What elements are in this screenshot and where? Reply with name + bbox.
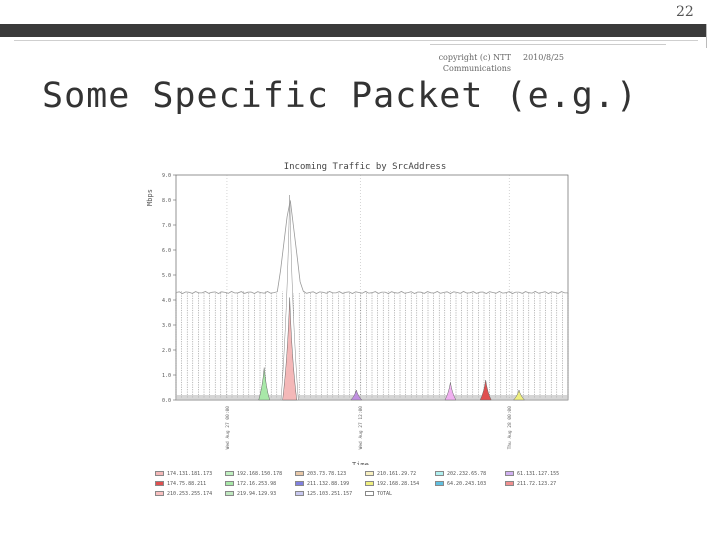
- legend-item: 172.16.253.98: [225, 481, 276, 487]
- y-tick-label: 7.0: [162, 223, 171, 229]
- legend-swatch: [295, 491, 304, 496]
- legend-label: 210.161.29.72: [377, 471, 417, 477]
- legend-item: 211.132.88.199: [295, 481, 349, 487]
- y-tick-label: 1.0: [162, 373, 171, 379]
- legend-item: 203.73.78.123: [295, 471, 346, 477]
- slide-corner-box: [706, 24, 720, 48]
- legend-label: 211.72.123.27: [517, 481, 557, 487]
- slide-rule: [14, 40, 698, 41]
- legend-label: TOTAL: [377, 491, 393, 497]
- y-axis-label: Mbps: [146, 189, 154, 206]
- meta-rule: [430, 44, 666, 45]
- legend-label: 172.16.253.98: [237, 481, 277, 487]
- day-marker-label: Wed Aug 27 00:00: [225, 406, 231, 450]
- traffic-chart: 0.0 1.0 2.0 3.0 4.0 5.0 6.0 7.0 8.0 9.0 Mbps Wed Au…: [146, 173, 569, 465]
- legend-item: 192.168.28.154: [365, 481, 419, 487]
- legend-swatch: [365, 471, 374, 476]
- legend-item: 219.94.129.93: [225, 491, 276, 497]
- legend-swatch: [505, 471, 514, 476]
- legend-label: 174.131.181.173: [167, 471, 213, 477]
- y-tick-label: 8.0: [162, 198, 171, 204]
- day-marker-label: Wed Aug 27 12:00: [358, 406, 364, 450]
- day-marker-label: Thu Aug 28 00:00: [507, 406, 513, 450]
- y-tick-label: 9.0: [162, 173, 171, 179]
- slide-date: 2010/8/25: [523, 53, 565, 62]
- legend-label: 64.20.243.103: [447, 481, 487, 487]
- legend-label: 219.94.129.93: [237, 491, 277, 497]
- legend-label: 203.73.78.123: [307, 471, 347, 477]
- legend-item: 125.103.251.157: [295, 491, 352, 497]
- legend-swatch: [295, 481, 304, 486]
- legend-item: 174.75.88.211: [155, 481, 206, 487]
- legend-label: 174.75.88.211: [167, 481, 207, 487]
- legend-item: 61.131.127.155: [505, 471, 559, 477]
- legend-swatch: [155, 481, 164, 486]
- legend-item: 64.20.243.103: [435, 481, 486, 487]
- legend-swatch: [365, 491, 374, 496]
- legend-item: 192.168.150.178: [225, 471, 282, 477]
- legend-swatch: [225, 471, 234, 476]
- legend-swatch: [435, 481, 444, 486]
- legend-swatch: [365, 481, 374, 486]
- legend-label: 61.131.127.155: [517, 471, 560, 477]
- y-tick-label: 0.0: [162, 398, 171, 404]
- y-tick-label: 4.0: [162, 298, 171, 304]
- legend-swatch: [225, 481, 234, 486]
- legend-swatch: [225, 491, 234, 496]
- legend-label: 125.103.251.157: [307, 491, 353, 497]
- y-tick-label: 3.0: [162, 323, 171, 329]
- legend-label: 211.132.88.199: [307, 481, 350, 487]
- y-tick-label: 5.0: [162, 273, 171, 279]
- legend-swatch: [155, 491, 164, 496]
- legend-label: 192.168.28.154: [377, 481, 420, 487]
- y-tick-label: 6.0: [162, 248, 171, 254]
- legend-item: 174.131.181.173: [155, 471, 212, 477]
- legend-swatch: [505, 481, 514, 486]
- legend-item: 202.232.65.78: [435, 471, 486, 477]
- slide-title: Some Specific Packet (e.g.): [42, 76, 638, 116]
- legend-label: 210.253.255.174: [167, 491, 213, 497]
- legend-label: 202.232.65.78: [447, 471, 487, 477]
- copyright-text: copyright (c) NTT Communications: [438, 53, 511, 73]
- slide-number: 22: [676, 4, 694, 20]
- legend-item: TOTAL: [365, 491, 392, 497]
- legend-item: 210.161.29.72: [365, 471, 416, 477]
- legend-item: 211.72.123.27: [505, 481, 556, 487]
- legend-label: 192.168.150.178: [237, 471, 283, 477]
- legend-item: 210.253.255.174: [155, 491, 212, 497]
- slide-top-bar: [0, 24, 720, 37]
- legend-swatch: [155, 471, 164, 476]
- x-axis-label: Time: [352, 461, 369, 465]
- legend-swatch: [295, 471, 304, 476]
- y-tick-label: 2.0: [162, 348, 171, 354]
- legend-swatch: [435, 471, 444, 476]
